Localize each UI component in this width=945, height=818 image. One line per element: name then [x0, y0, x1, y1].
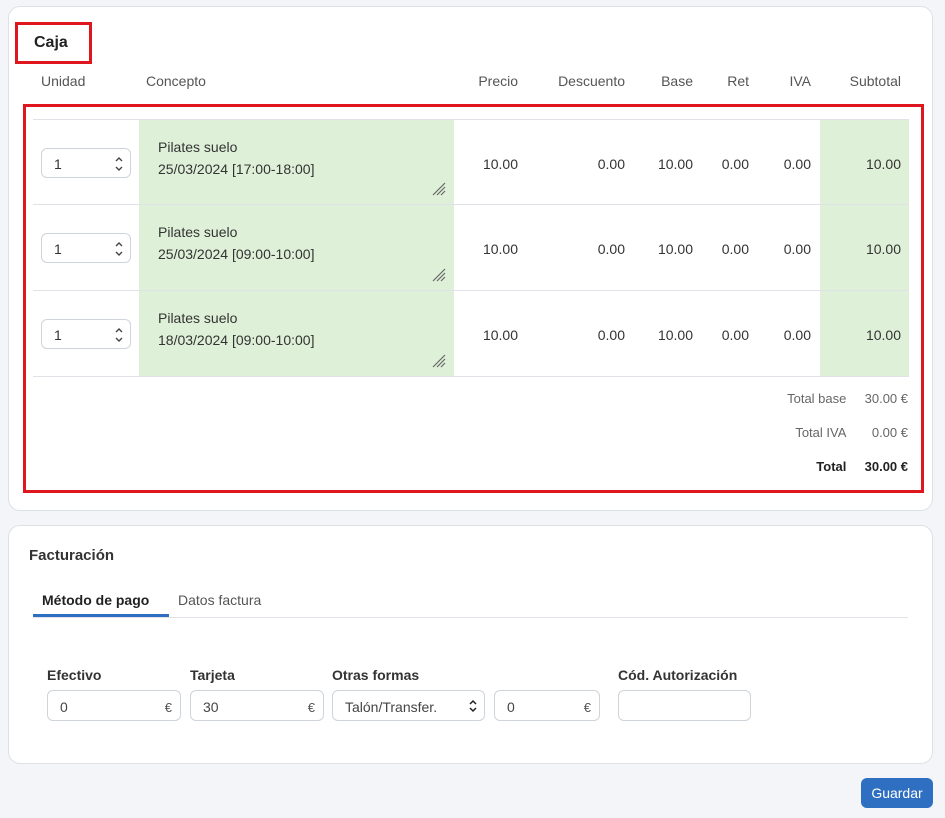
total-iva-row: Total IVA 0.00 € [795, 425, 908, 440]
subtotal-cell: 10.00 [820, 120, 909, 204]
unidad-value: 1 [54, 327, 62, 343]
subtotal-value: 10.00 [865, 156, 901, 172]
concept-textarea[interactable]: Pilates suelo 25/03/2024 [09:00-10:00] [139, 205, 454, 290]
stepper-arrows-icon[interactable] [114, 323, 124, 347]
total-label: Total [816, 459, 847, 474]
unidad-stepper[interactable]: 1 [41, 233, 131, 263]
total-value: 30.00 € [864, 459, 908, 474]
header-subtotal: Subtotal [849, 73, 901, 89]
caja-title: Caja [34, 34, 68, 51]
total-base-row: Total base 30.00 € [787, 391, 908, 406]
concept-line-1: Pilates suelo [158, 224, 238, 240]
unidad-stepper[interactable]: 1 [41, 319, 131, 349]
header-ret: Ret [727, 73, 749, 89]
base-cell: 10.00 [657, 241, 693, 257]
concept-line-2: 18/03/2024 [09:00-10:00] [158, 332, 315, 348]
table-row: 1 Pilates suelo 18/03/2024 [09:00-10:00]… [33, 291, 909, 377]
tarjeta-label: Tarjeta [190, 667, 235, 683]
total-iva-value: 0.00 € [871, 425, 908, 440]
tab-metodo-pago[interactable]: Método de pago [42, 592, 149, 608]
tabs-divider [33, 617, 908, 618]
header-precio: Precio [478, 73, 518, 89]
total-iva-label: Total IVA [795, 425, 847, 440]
tarjeta-input[interactable]: 30 € [190, 690, 324, 721]
caja-card: Caja Unidad Concepto Precio Descuento Ba… [8, 6, 933, 511]
subtotal-cell: 10.00 [820, 291, 909, 376]
concept-line-2: 25/03/2024 [17:00-18:00] [158, 161, 315, 177]
subtotal-cell: 10.00 [820, 205, 909, 290]
otras-formas-selected: Talón/Transfer. [345, 699, 438, 715]
cod-autorizacion-input[interactable] [618, 690, 751, 721]
cod-autorizacion-label: Cód. Autorización [618, 667, 738, 683]
otras-formas-label: Otras formas [332, 667, 420, 683]
stepper-arrows-icon[interactable] [114, 237, 124, 261]
otras-formas-amount: 0 [507, 699, 515, 715]
efectivo-value: 0 [60, 699, 68, 715]
table-row: 1 Pilates suelo 25/03/2024 [09:00-10:00]… [33, 205, 909, 291]
concept-line-1: Pilates suelo [158, 139, 238, 155]
resize-handle-icon[interactable] [432, 182, 446, 196]
resize-handle-icon[interactable] [432, 354, 446, 368]
precio-cell: 10.00 [482, 327, 518, 343]
active-tab-indicator [33, 614, 169, 617]
euro-suffix: € [583, 700, 591, 715]
resize-handle-icon[interactable] [432, 268, 446, 282]
base-cell: 10.00 [657, 156, 693, 172]
table-row: 1 Pilates suelo 25/03/2024 [17:00-18:00]… [33, 119, 909, 205]
stepper-arrows-icon[interactable] [114, 152, 124, 176]
otras-formas-select[interactable]: Talón/Transfer. [332, 690, 485, 721]
tarjeta-value: 30 [203, 699, 219, 715]
header-descuento: Descuento [558, 73, 625, 89]
descuento-cell: 0.00 [597, 241, 625, 257]
iva-cell: 0.00 [783, 241, 811, 257]
select-chevron-icon [469, 699, 477, 713]
concept-textarea[interactable]: Pilates suelo 25/03/2024 [17:00-18:00] [139, 120, 454, 204]
tab-datos-factura[interactable]: Datos factura [178, 592, 261, 608]
ret-cell: 0.00 [721, 327, 749, 343]
header-unidad: Unidad [41, 73, 86, 89]
ret-cell: 0.00 [721, 156, 749, 172]
unidad-value: 1 [54, 241, 62, 257]
subtotal-value: 10.00 [865, 241, 901, 257]
total-base-value: 30.00 € [864, 391, 908, 406]
header-concepto: Concepto [146, 73, 206, 89]
concept-line-2: 25/03/2024 [09:00-10:00] [158, 246, 315, 262]
otras-formas-amount-input[interactable]: 0 € [494, 690, 600, 721]
concept-line-1: Pilates suelo [158, 310, 238, 326]
descuento-cell: 0.00 [597, 327, 625, 343]
guardar-button[interactable]: Guardar [861, 778, 933, 808]
unidad-stepper[interactable]: 1 [41, 148, 131, 178]
ret-cell: 0.00 [721, 241, 749, 257]
precio-cell: 10.00 [482, 156, 518, 172]
header-base: Base [661, 73, 693, 89]
efectivo-input[interactable]: 0 € [47, 690, 181, 721]
total-row: Total 30.00 € [816, 459, 908, 474]
header-iva: IVA [789, 73, 811, 89]
euro-suffix: € [307, 700, 315, 715]
descuento-cell: 0.00 [597, 156, 625, 172]
total-base-label: Total base [787, 391, 847, 406]
iva-cell: 0.00 [783, 156, 811, 172]
facturacion-card: Facturación Método de pago Datos factura… [8, 525, 933, 764]
efectivo-label: Efectivo [47, 667, 102, 683]
subtotal-value: 10.00 [865, 327, 901, 343]
unidad-value: 1 [54, 156, 62, 172]
facturacion-title: Facturación [29, 547, 115, 564]
base-cell: 10.00 [657, 327, 693, 343]
euro-suffix: € [164, 700, 172, 715]
iva-cell: 0.00 [783, 327, 811, 343]
concept-textarea[interactable]: Pilates suelo 18/03/2024 [09:00-10:00] [139, 291, 454, 376]
precio-cell: 10.00 [482, 241, 518, 257]
